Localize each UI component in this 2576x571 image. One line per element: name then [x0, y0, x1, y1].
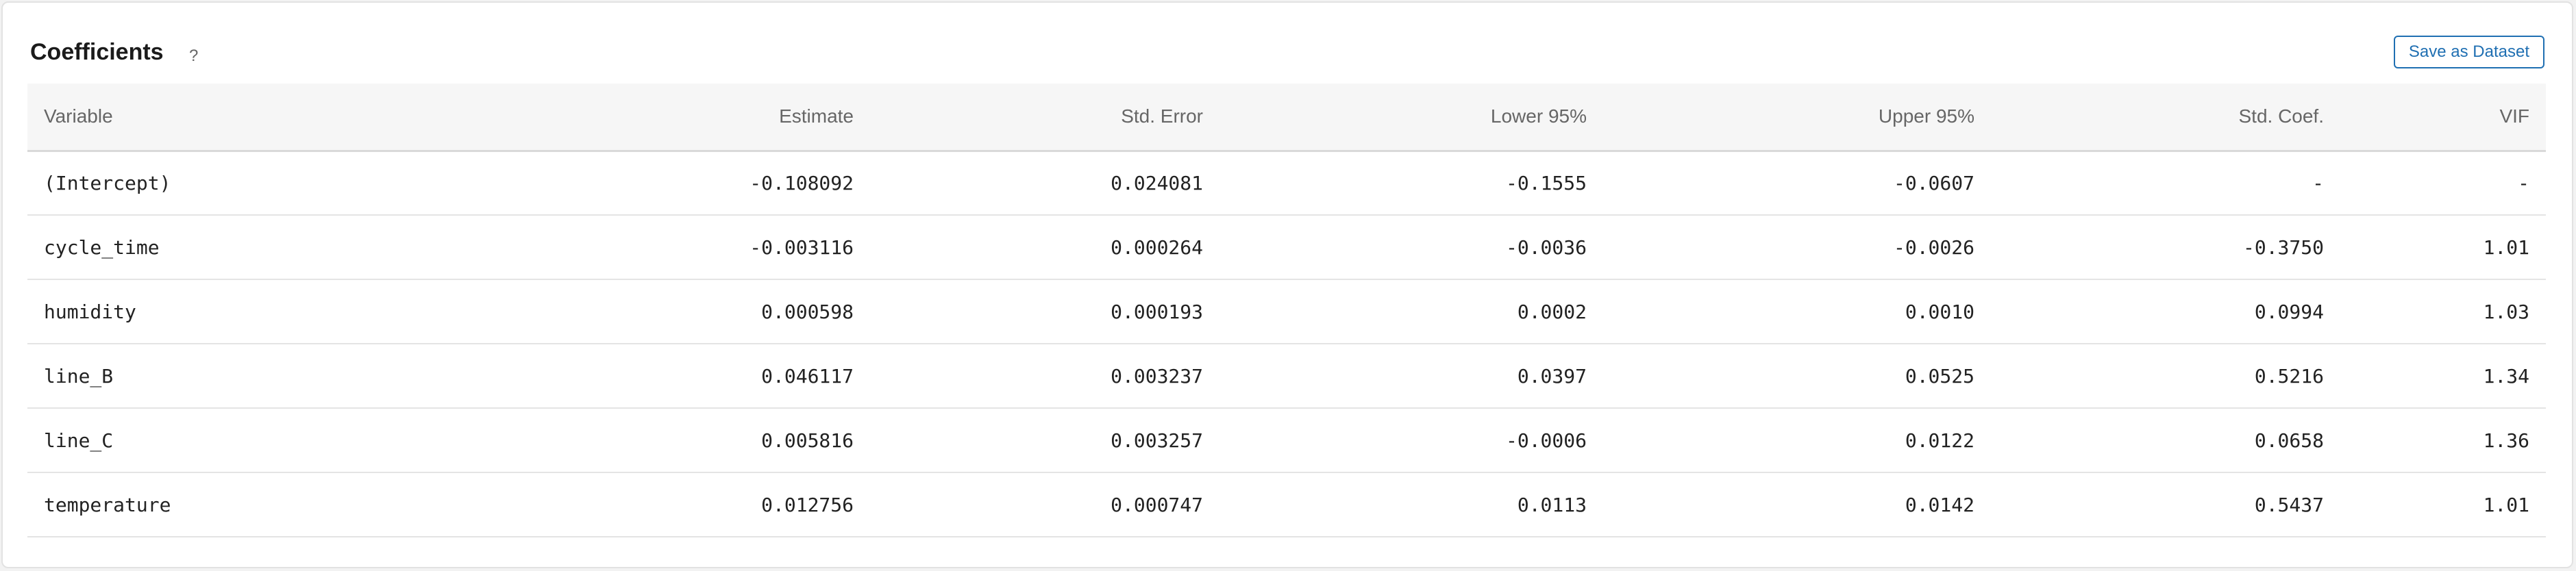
cell-std-error: 0.000747 — [1111, 493, 1203, 516]
cell-std-coef: -0.3750 — [2242, 236, 2324, 259]
cell-std-error: 0.000264 — [1111, 236, 1203, 259]
cell-lower-95: -0.0006 — [1505, 429, 1587, 452]
table-header: Variable Estimate Std. Error Lower 95% U… — [27, 84, 2546, 152]
cell-upper-95: -0.0607 — [1893, 171, 1974, 194]
cell-std-coef: 0.5437 — [2254, 493, 2324, 516]
help-icon[interactable]: ? — [189, 42, 198, 70]
column-header-upper-95[interactable]: Upper 95% — [1603, 84, 1991, 152]
cell-variable: line_B — [44, 364, 114, 388]
cell-lower-95: 0.0397 — [1517, 364, 1587, 388]
cell-upper-95: 0.0525 — [1905, 364, 1974, 388]
panel-title: Coefficients — [30, 39, 164, 65]
cell-variable: humidity — [44, 300, 136, 323]
column-header-std-error[interactable]: Std. Error — [870, 84, 1219, 152]
table-row: line_C 0.005816 0.003257 -0.0006 0.0122 … — [27, 408, 2546, 472]
cell-lower-95: -0.0036 — [1505, 236, 1587, 259]
cell-vif: 1.36 — [2483, 429, 2529, 452]
cell-upper-95: -0.0026 — [1893, 236, 1974, 259]
cell-estimate: 0.005816 — [761, 429, 854, 452]
cell-std-coef: 0.5216 — [2254, 364, 2324, 388]
cell-std-error: 0.003237 — [1111, 364, 1203, 388]
table-row: temperature 0.012756 0.000747 0.0113 0.0… — [27, 472, 2546, 537]
cell-vif: 1.01 — [2483, 236, 2529, 259]
cell-std-coef: 0.0658 — [2254, 429, 2324, 452]
cell-lower-95: 0.0113 — [1517, 493, 1587, 516]
cell-estimate: 0.000598 — [761, 300, 854, 323]
table-row: humidity 0.000598 0.000193 0.0002 0.0010… — [27, 279, 2546, 344]
save-as-dataset-button[interactable]: Save as Dataset — [2393, 36, 2544, 68]
table-body: (Intercept) -0.108092 0.024081 -0.1555 -… — [27, 151, 2546, 537]
panel-header: Coefficients ? Save as Dataset — [30, 33, 2544, 71]
cell-variable: cycle_time — [44, 236, 160, 259]
cell-lower-95: 0.0002 — [1517, 300, 1587, 323]
cell-std-coef: - — [2312, 171, 2324, 194]
cell-upper-95: 0.0122 — [1905, 429, 1974, 452]
cell-estimate: 0.046117 — [761, 364, 854, 388]
cell-vif: - — [2518, 171, 2529, 194]
cell-std-error: 0.003257 — [1111, 429, 1203, 452]
header-row: Variable Estimate Std. Error Lower 95% U… — [27, 84, 2546, 152]
cell-std-coef: 0.0994 — [2254, 300, 2324, 323]
cell-vif: 1.03 — [2483, 300, 2529, 323]
column-header-std-coef[interactable]: Std. Coef. — [1991, 84, 2340, 152]
cell-estimate: -0.003116 — [750, 236, 854, 259]
column-header-variable[interactable]: Variable — [27, 84, 521, 152]
cell-vif: 1.01 — [2483, 493, 2529, 516]
cell-vif: 1.34 — [2483, 364, 2529, 388]
table-row: (Intercept) -0.108092 0.024081 -0.1555 -… — [27, 151, 2546, 215]
column-header-lower-95[interactable]: Lower 95% — [1219, 84, 1603, 152]
cell-estimate: 0.012756 — [761, 493, 854, 516]
cell-std-error: 0.024081 — [1111, 171, 1203, 194]
coefficients-table: Variable Estimate Std. Error Lower 95% U… — [27, 84, 2546, 537]
cell-variable: (Intercept) — [44, 171, 171, 194]
cell-std-error: 0.000193 — [1111, 300, 1203, 323]
table-row: line_B 0.046117 0.003237 0.0397 0.0525 0… — [27, 344, 2546, 408]
cell-lower-95: -0.1555 — [1505, 171, 1587, 194]
cell-estimate: -0.108092 — [750, 171, 854, 194]
cell-upper-95: 0.0010 — [1905, 300, 1974, 323]
column-header-vif[interactable]: VIF — [2340, 84, 2546, 152]
cell-upper-95: 0.0142 — [1905, 493, 1974, 516]
cell-variable: temperature — [44, 493, 171, 516]
column-header-estimate[interactable]: Estimate — [521, 84, 870, 152]
table-row: cycle_time -0.003116 0.000264 -0.0036 -0… — [27, 215, 2546, 279]
cell-variable: line_C — [44, 429, 114, 452]
